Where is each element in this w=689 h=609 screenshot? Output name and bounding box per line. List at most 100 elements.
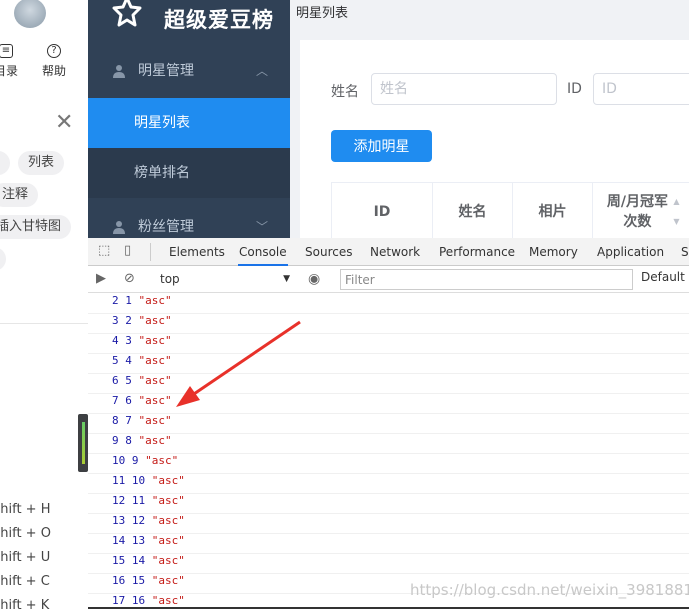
console-log-row: 8 7 "asc" xyxy=(88,414,689,434)
tag-chip[interactable] xyxy=(0,247,6,271)
console-log-row: 12 11 "asc" xyxy=(88,494,689,514)
inspect-element-icon[interactable]: ⬚ xyxy=(98,244,112,258)
log-numbers: 11 xyxy=(112,474,126,487)
tag-chip[interactable]: 列表 xyxy=(18,151,65,175)
tag-chip[interactable]: 注释 xyxy=(0,183,39,207)
log-numbers: 14 xyxy=(131,554,146,567)
menu-ranking[interactable]: 榜单排名 xyxy=(88,148,290,198)
help-tool[interactable]: ? 帮助 xyxy=(34,44,74,79)
console-log-row: 5 4 "asc" xyxy=(88,354,689,374)
log-numbers: 6 xyxy=(112,374,119,387)
shortcut-text: Shift + H xyxy=(0,502,51,517)
console-toolbar: ▶ ⊘ top ▼ ◉ Default levels xyxy=(88,266,689,293)
help-icon: ? xyxy=(47,44,61,58)
tab-security[interactable]: Security xyxy=(681,238,689,266)
log-string: "asc" xyxy=(138,314,172,327)
log-string: "asc" xyxy=(151,494,185,507)
add-star-button[interactable]: 添加明星 xyxy=(331,130,432,162)
user-avatar[interactable] xyxy=(14,0,46,28)
log-numbers: 13 xyxy=(131,534,146,547)
log-numbers: 17 xyxy=(112,594,126,607)
log-numbers: 2 xyxy=(112,294,119,307)
filter-input[interactable] xyxy=(340,269,633,290)
tab-sources[interactable]: Sources xyxy=(305,238,352,266)
log-string: "asc" xyxy=(138,374,172,387)
log-numbers: 5 xyxy=(125,374,132,387)
menu-label: 明星列表 xyxy=(134,115,190,131)
log-numbers: 8 xyxy=(125,434,132,447)
content-card: 姓名 ID 添加明星 ID 姓名 相片 周/月冠军次数 ▲▼ xyxy=(300,40,689,238)
devtools-panel: ⬚ ▯ Elements Console Sources Network Per… xyxy=(88,238,689,609)
log-numbers: 13 xyxy=(112,514,126,527)
console-log-row: 11 10 "asc" xyxy=(88,474,689,494)
sort-icon[interactable]: ▲ ▼ xyxy=(673,192,679,232)
menu-star-management[interactable]: 明星管理 ︿ xyxy=(88,46,290,96)
column-header[interactable]: 相片 xyxy=(513,183,593,238)
name-label: 姓名 xyxy=(331,84,359,100)
tag-chip[interactable]: C xyxy=(0,151,10,175)
column-header-sortable[interactable]: 周/月冠军次数 ▲ ▼ xyxy=(593,183,689,238)
user-icon xyxy=(113,221,125,234)
tag-chip[interactable]: 插入甘特图 xyxy=(0,215,72,239)
close-icon[interactable]: ✕ xyxy=(55,112,73,134)
log-string: "asc" xyxy=(151,514,185,527)
log-numbers: 5 xyxy=(112,354,119,367)
scrollbar-handle[interactable] xyxy=(78,414,88,472)
console-log-row: 14 13 "asc" xyxy=(88,534,689,554)
clear-console-icon[interactable]: ⊘ xyxy=(124,272,138,286)
log-numbers: 2 xyxy=(125,314,132,327)
column-header-label: 周/月冠军次数 xyxy=(606,194,668,230)
log-string: "asc" xyxy=(145,454,179,467)
log-numbers: 16 xyxy=(112,574,126,587)
watermark-text: https://blog.csdn.net/weixin_39818813 xyxy=(410,581,689,599)
log-numbers: 9 xyxy=(131,454,139,467)
log-numbers: 8 xyxy=(112,414,119,427)
console-log-row: 15 14 "asc" xyxy=(88,554,689,574)
name-input[interactable] xyxy=(371,73,557,105)
menu-label: 粉丝管理 xyxy=(138,219,194,235)
tab-performance[interactable]: Performance xyxy=(439,238,515,266)
log-levels-dropdown[interactable]: Default levels xyxy=(641,270,689,284)
tab-application[interactable]: Application xyxy=(597,238,664,266)
breadcrumb: 明星列表 xyxy=(296,6,349,21)
console-log-row: 2 1 "asc" xyxy=(88,294,689,314)
table-header: ID 姓名 相片 周/月冠军次数 ▲ ▼ xyxy=(331,182,689,238)
tab-memory[interactable]: Memory xyxy=(529,238,578,266)
directory-tool[interactable]: ≡ 目录 xyxy=(0,44,26,79)
log-string: "asc" xyxy=(138,414,172,427)
log-numbers: 7 xyxy=(112,394,119,407)
log-numbers: 10 xyxy=(131,474,146,487)
help-label: 帮助 xyxy=(41,64,66,78)
editor-side-panel: ≡ 目录 ? 帮助 ✕ C 列表 注释 插入甘特图 Shift + H Shif… xyxy=(0,0,88,609)
log-numbers: 12 xyxy=(112,494,126,507)
eye-icon[interactable]: ◉ xyxy=(308,272,322,286)
console-log-row: 10 9 "asc" xyxy=(88,454,689,474)
log-string: "asc" xyxy=(151,574,185,587)
shortcut-text: Shift + K xyxy=(0,598,50,609)
context-value: top xyxy=(160,272,180,286)
log-string: "asc" xyxy=(151,534,185,547)
log-string: "asc" xyxy=(151,554,185,567)
log-string: "asc" xyxy=(151,474,185,487)
user-icon xyxy=(113,65,125,78)
context-select[interactable]: top ▼ xyxy=(152,270,292,289)
main-content: 明星列表 姓名 ID 添加明星 ID 姓名 相片 周/月冠军次数 ▲▼ xyxy=(290,0,689,238)
logo-icon xyxy=(112,0,142,27)
tab-console[interactable]: Console xyxy=(238,238,288,266)
menu-fan-management[interactable]: 粉丝管理 ﹀ xyxy=(88,202,290,238)
tab-elements[interactable]: Elements xyxy=(169,238,225,266)
id-input[interactable] xyxy=(593,73,689,105)
dropdown-arrow-icon: ▼ xyxy=(283,274,290,284)
log-numbers: 6 xyxy=(125,394,132,407)
sidebar-toggle-icon[interactable]: ▶ xyxy=(96,272,110,286)
column-header[interactable]: ID xyxy=(332,183,433,238)
log-numbers: 3 xyxy=(112,314,119,327)
console-log-row: 6 5 "asc" xyxy=(88,374,689,394)
column-header[interactable]: 姓名 xyxy=(433,183,513,238)
device-toolbar-icon[interactable]: ▯ xyxy=(124,244,138,258)
log-numbers: 7 xyxy=(125,414,132,427)
menu-star-list[interactable]: 明星列表 xyxy=(88,98,290,148)
console-output: 2 1 "asc" 3 2 "asc" 4 3 "asc" 5 4 "asc" 6 5 … xyxy=(88,294,689,609)
tab-network[interactable]: Network xyxy=(370,238,420,266)
console-log-row: 13 12 "asc" xyxy=(88,514,689,534)
